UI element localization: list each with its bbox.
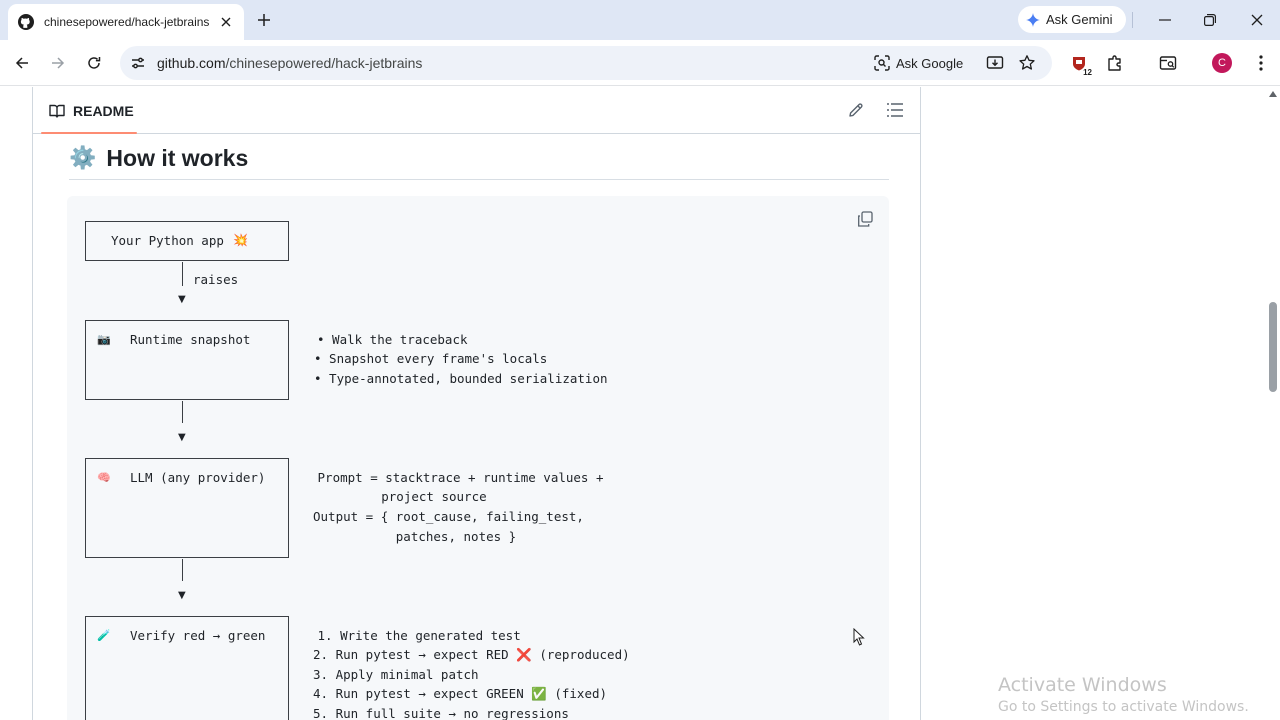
box2-note-3: • Type-annotated, bounded serialization [314,371,608,386]
tab-strip: chinesepowered/hack-jetbrains Ask Gemini [0,0,1280,40]
reload-icon[interactable] [83,52,105,74]
brain-icon: 🧠 [97,471,111,484]
restore-icon[interactable] [1199,10,1221,30]
code-block[interactable]: Your Python app 💥 raises ▼ 📷 Runtime sna… [67,196,889,720]
site-info-icon[interactable] [130,55,146,71]
scrollbar-thumb[interactable] [1269,302,1277,392]
box3-note-4: patches, notes } [313,529,517,544]
box3-note-2: project source [306,489,487,504]
verify-step-4-suffix: (fixed) [554,686,608,701]
close-tab-icon[interactable] [218,14,234,30]
profile-avatar[interactable]: C [1212,53,1232,73]
section-heading: ⚙️ How it works [69,143,889,180]
box2-note-2: • Snapshot every frame's locals [314,351,548,366]
check-mark-icon: ✅ [531,686,547,701]
back-icon[interactable] [11,52,33,74]
extension-badge-count: 12 [1083,68,1092,77]
box2-label: Runtime snapshot [130,332,251,347]
camera-icon: 📷 [97,333,111,346]
verify-step-1: 1. Write the generated test [310,628,521,643]
connector-line-3 [182,559,183,581]
verify-step-4: 4. Run pytest → expect GREEN ✅ (fixed) [313,684,607,704]
cross-mark-icon: ❌ [516,647,532,662]
tab-title: chinesepowered/hack-jetbrains [44,15,210,29]
new-tab-button[interactable] [254,10,274,30]
verify-step-4-text: 4. Run pytest → expect GREEN [313,686,524,701]
browser-tab[interactable]: chinesepowered/hack-jetbrains [8,4,244,40]
watermark-line-1: Activate Windows [998,674,1167,696]
verify-step-3: 3. Apply minimal patch [313,667,479,682]
watermark-line-2: Go to Settings to activate Windows. [998,699,1249,715]
scroll-up-icon[interactable] [1269,91,1277,97]
box3-label: LLM (any provider) [130,470,266,485]
browser-toolbar: github.com/chinesepowered/hack-jetbrains… [0,40,1280,86]
verify-step-2-text: 2. Run pytest → expect RED [313,647,509,662]
url-host: github.com [157,55,226,71]
url-path: /chinesepowered/hack-jetbrains [225,55,423,71]
ask-gemini-label: Ask Gemini [1046,12,1113,27]
test-tube-icon: 🧪 [97,629,111,642]
lens-icon [874,55,890,71]
extension-shield-icon[interactable]: 12 [1068,52,1092,77]
verify-step-2-suffix: (reproduced) [539,647,630,662]
readme-tab-indicator [41,132,137,134]
close-window-icon[interactable] [1246,10,1268,30]
readme-tab-label: README [73,102,134,119]
ask-google-label: Ask Google [896,55,964,71]
gear-icon: ⚙️ [69,145,97,170]
box1-label: Your Python app [111,233,224,248]
readme-header: README [33,87,920,134]
ask-gemini-button[interactable]: Ask Gemini [1018,6,1126,33]
url-text: github.com/chinesepowered/hack-jetbrains [157,55,422,71]
mouse-cursor-icon [853,627,865,651]
forward-icon[interactable] [47,52,69,74]
connector-line-2 [182,401,183,423]
github-icon [18,14,34,30]
book-icon [49,104,65,118]
page-scrollbar[interactable] [1266,87,1280,720]
arrow-down-icon: ▼ [178,590,186,601]
copy-icon[interactable] [855,209,875,229]
extensions-puzzle-icon[interactable] [1104,52,1126,74]
verify-step-5: 5. Run full suite → no regressions [313,706,569,720]
tab-search-icon[interactable] [1157,52,1179,74]
ask-google-button[interactable]: Ask Google [868,50,969,76]
address-bar[interactable]: github.com/chinesepowered/hack-jetbrains… [120,46,1052,80]
arrow-down-icon: ▼ [178,294,186,305]
outline-list-icon[interactable] [886,101,904,119]
edit-pencil-icon[interactable] [847,101,865,119]
box4-label: Verify red → green [130,628,266,643]
connector-line-1 [182,262,183,286]
box2-note-1: • Walk the traceback [317,332,468,347]
readme-card: README ⚙️ How it works Your Python app 💥… [32,87,921,720]
box3-note-1: Prompt = stacktrace + runtime values + [310,470,604,485]
bookmark-star-icon[interactable] [1018,54,1036,72]
edge-label-raises: raises [193,272,239,287]
page-content: README ⚙️ How it works Your Python app 💥… [0,87,1280,720]
verify-step-2: 2. Run pytest → expect RED ❌ (reproduced… [313,645,630,665]
activate-windows-watermark: Activate Windows Go to Settings to activ… [998,674,1249,715]
collision-icon: 💥 [233,233,248,247]
heading-text: How it works [106,145,249,171]
box3-note-3: Output = { root_cause, failing_test, [313,509,584,524]
readme-tab[interactable]: README [49,87,134,134]
menu-kebab-icon[interactable] [1250,52,1272,74]
install-app-icon[interactable] [986,54,1004,72]
gemini-icon [1026,12,1040,27]
arrow-down-icon: ▼ [178,432,186,443]
minimize-icon[interactable] [1154,10,1176,30]
strip-divider [1132,12,1133,28]
